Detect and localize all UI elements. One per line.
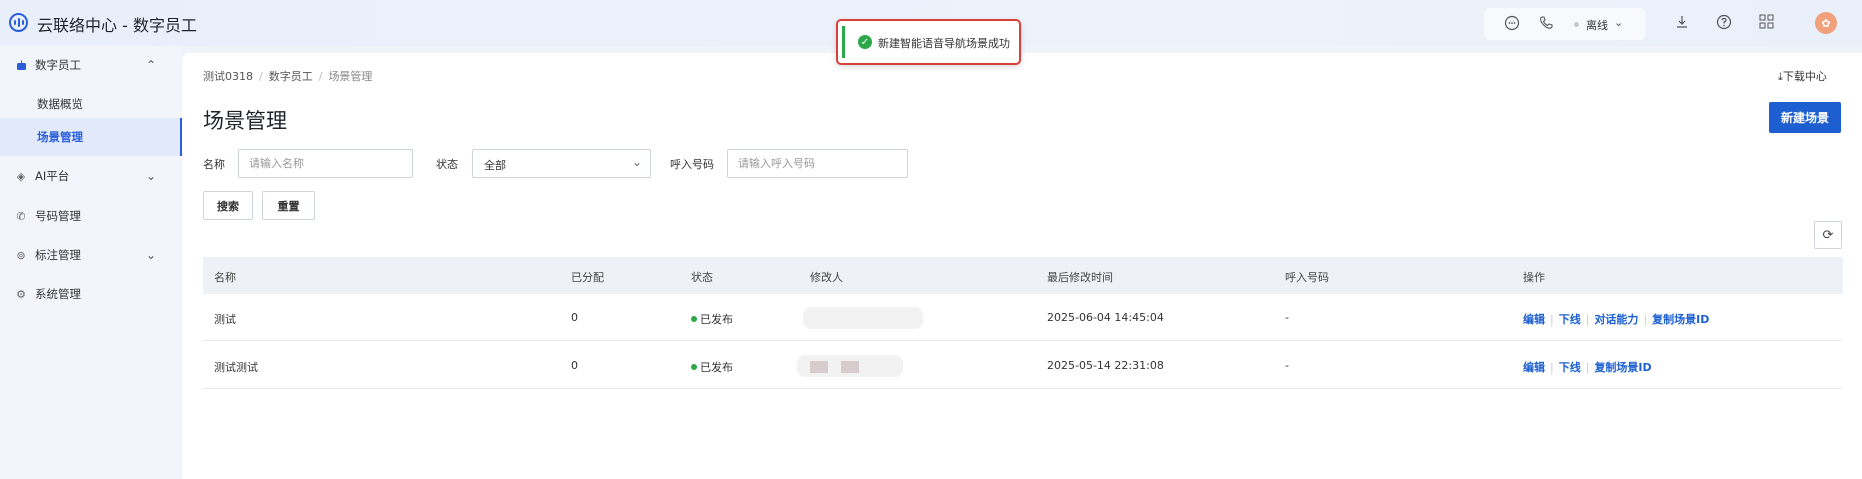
status-select[interactable]: 全部 ⌄ — [472, 149, 651, 178]
download-center-label: 下载中心 — [1782, 70, 1827, 83]
redacted-modifier — [797, 355, 903, 377]
offline-link[interactable]: 下线 — [1559, 313, 1581, 326]
column-header: 名称 — [214, 271, 236, 284]
copy-scene-id-link[interactable]: 复制场景ID — [1652, 313, 1709, 326]
sidebar-item-number-management[interactable]: ✆ 号码管理 — [0, 197, 182, 235]
settings-icon: ⚙ — [16, 287, 26, 301]
app-title: 云联络中心 - 数字员工 — [37, 16, 197, 35]
phone-icon[interactable] — [1538, 15, 1554, 31]
chevron-down-icon: ⌄ — [146, 169, 157, 183]
toast-accent-bar — [842, 26, 845, 58]
edit-link[interactable]: 编辑 — [1523, 313, 1545, 326]
sidebar-item-label: 场景管理 — [37, 130, 83, 144]
chat-icon[interactable] — [1504, 15, 1520, 31]
name-input[interactable] — [238, 149, 413, 178]
success-toast: ✓ 新建智能语音导航场景成功 — [836, 19, 1021, 65]
column-header: 状态 — [691, 271, 713, 284]
cell-status: 已发布 — [691, 359, 733, 375]
sidebar-item-system[interactable]: ⚙ 系统管理 — [0, 275, 182, 313]
status-text: 已发布 — [700, 313, 733, 326]
sidebar-item-label: 数据概览 — [37, 97, 83, 111]
number-input[interactable] — [727, 149, 908, 178]
status-dot-icon — [1574, 22, 1579, 27]
column-header: 操作 — [1523, 271, 1545, 284]
column-header: 呼入号码 — [1285, 271, 1329, 284]
status-label: 状态 — [436, 158, 458, 171]
cell-assigned: 0 — [571, 311, 578, 324]
sidebar: 数字员工 ⌃ 数据概览 场景管理 ◈ AI平台 ⌄ ✆ 号码管理 ⊚ 标注管理 … — [0, 46, 182, 479]
download-center-link[interactable]: ⤓下载中心 — [1778, 68, 1827, 84]
cell-number: - — [1285, 359, 1289, 372]
column-header: 最后修改时间 — [1047, 271, 1113, 284]
new-scene-button[interactable]: 新建场景 — [1769, 102, 1841, 133]
logo-icon — [9, 13, 28, 32]
chevron-up-icon: ⌃ — [146, 58, 157, 72]
name-label: 名称 — [203, 158, 225, 171]
redacted-modifier — [803, 307, 923, 329]
copy-scene-id-link[interactable]: 复制场景ID — [1594, 361, 1651, 374]
sidebar-item-digital-staff[interactable]: 数字员工 ⌃ — [0, 46, 182, 84]
toast-message: 新建智能语音导航场景成功 — [878, 37, 1010, 50]
sidebar-item-scene-management[interactable]: 场景管理 — [0, 118, 182, 156]
robot-icon — [15, 59, 27, 71]
table-header: 名称 已分配 状态 修改人 最后修改时间 呼入号码 操作 — [203, 257, 1843, 294]
status-dot-icon — [691, 364, 697, 370]
sidebar-item-label: 号码管理 — [35, 209, 81, 223]
sidebar-item-label: 系统管理 — [35, 287, 81, 301]
cell-status: 已发布 — [691, 311, 733, 327]
breadcrumb: 测试0318/数字员工 / 场景管理 — [203, 70, 373, 83]
edit-link[interactable]: 编辑 — [1523, 361, 1545, 374]
top-toolbar: 离线 ⌄ — [1484, 8, 1646, 40]
ai-icon: ◈ — [16, 169, 26, 183]
search-button[interactable]: 搜索 — [203, 191, 253, 220]
cell-number: - — [1285, 311, 1289, 324]
sidebar-item-annotation[interactable]: ⊚ 标注管理 ⌄ — [0, 236, 182, 274]
column-header: 修改人 — [810, 271, 843, 284]
status-select-value: 全部 — [484, 159, 506, 172]
cell-modified-time: 2025-06-04 14:45:04 — [1047, 311, 1164, 324]
cell-actions: 编辑 | 下线 | 对话能力 | 复制场景ID — [1523, 313, 1710, 326]
sidebar-item-ai-platform[interactable]: ◈ AI平台 ⌄ — [0, 157, 182, 195]
page-title: 场景管理 — [203, 109, 287, 133]
offline-link[interactable]: 下线 — [1559, 361, 1581, 374]
reset-button[interactable]: 重置 — [262, 191, 315, 220]
dialog-ability-link[interactable]: 对话能力 — [1594, 313, 1638, 326]
phone-icon: ✆ — [16, 209, 26, 223]
check-circle-icon: ✓ — [858, 35, 872, 49]
refresh-icon[interactable]: ⟳ — [1814, 221, 1842, 249]
cell-modified-time: 2025-05-14 22:31:08 — [1047, 359, 1164, 372]
tag-icon: ⊚ — [16, 248, 26, 262]
chevron-down-icon: ⌄ — [631, 155, 642, 169]
cell-name: 测试测试 — [214, 361, 258, 374]
chevron-down-icon: ⌄ — [146, 248, 157, 262]
avatar[interactable]: ✿ — [1815, 12, 1837, 34]
download-icon[interactable] — [1675, 15, 1689, 29]
sidebar-item-label: 数字员工 — [35, 58, 81, 72]
help-icon[interactable] — [1716, 14, 1732, 30]
main-content: 测试0318/数字员工/场景管理 ⤓下载中心 场景管理 新建场景 名称 状态 全… — [182, 53, 1862, 479]
sidebar-item-label: 标注管理 — [35, 248, 81, 262]
cell-actions: 编辑 | 下线 | 复制场景ID — [1523, 361, 1652, 374]
breadcrumb-current: 场景管理 — [328, 70, 373, 83]
cell-assigned: 0 — [571, 359, 578, 372]
breadcrumb-item[interactable]: 测试0318 — [203, 70, 253, 83]
table-row: 测试测试 0 已发布 2025-05-14 22:31:08 - 编辑 | 下线 | 复… — [203, 342, 1843, 389]
cell-name: 测试 — [214, 313, 236, 326]
sidebar-item-label: AI平台 — [35, 169, 70, 183]
column-header: 已分配 — [571, 271, 604, 284]
chevron-down-icon[interactable]: ⌄ — [1614, 16, 1623, 29]
status-text: 已发布 — [700, 361, 733, 374]
number-label: 呼入号码 — [670, 158, 714, 171]
table-row: 测试 0 已发布 2025-06-04 14:45:04 - 编辑 | 下线 | 对话能… — [203, 294, 1843, 341]
breadcrumb-item[interactable]: 数字员工 — [269, 70, 313, 83]
status-dot-icon — [691, 316, 697, 322]
apps-grid-icon[interactable] — [1759, 14, 1774, 29]
status-select[interactable]: 离线 — [1586, 17, 1608, 33]
